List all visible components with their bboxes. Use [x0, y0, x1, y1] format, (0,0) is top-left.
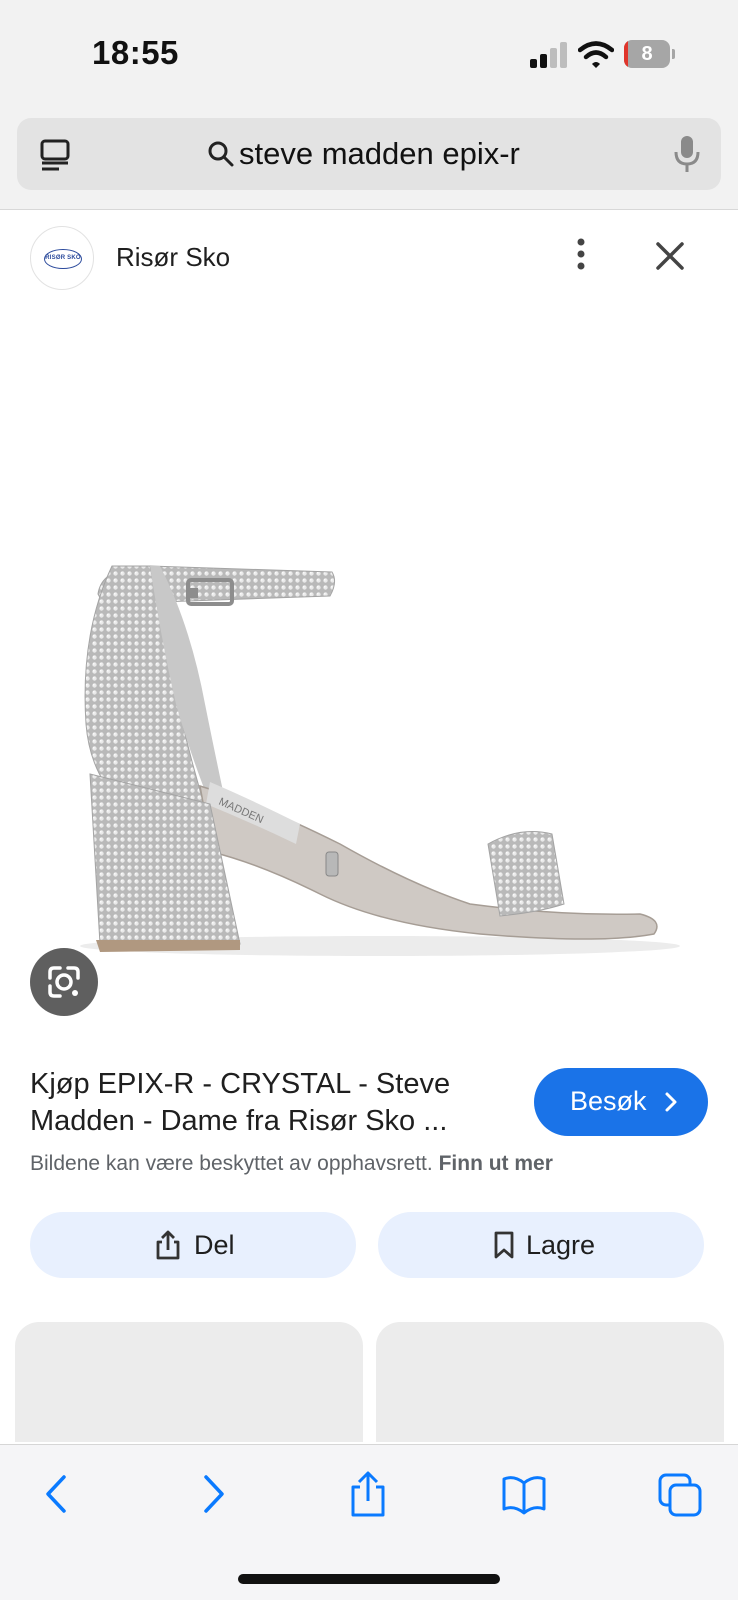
learn-more-link[interactable]: Finn ut mer: [439, 1152, 553, 1175]
back-icon[interactable]: [34, 1471, 78, 1517]
related-image-card[interactable]: [15, 1322, 363, 1442]
copyright-notice: Bildene kan være beskyttet av opphavsret…: [30, 1152, 553, 1176]
wifi-icon: [578, 41, 614, 68]
share-label: Del: [194, 1230, 235, 1260]
source-logo-mark: RISØR SKO: [44, 249, 82, 269]
related-image-card[interactable]: [376, 1322, 724, 1442]
tabs-icon[interactable]: [658, 1471, 702, 1517]
save-label: Lagre: [526, 1230, 596, 1260]
book-icon[interactable]: [502, 1471, 546, 1517]
google-lens-button[interactable]: [30, 948, 98, 1016]
share-icon[interactable]: [346, 1471, 390, 1517]
chevron-right-icon: [665, 1092, 677, 1112]
source-logo[interactable]: RISØR SKO: [30, 226, 94, 290]
sandal-illustration: MADDEN: [80, 565, 680, 956]
source-name[interactable]: Risør Sko: [116, 242, 230, 273]
close-icon[interactable]: [650, 236, 690, 276]
safari-top-chrome: 18:55 8 steve madden epix-r: [0, 0, 738, 210]
battery-icon: 8: [624, 40, 675, 68]
reader-icon[interactable]: [39, 138, 71, 172]
mic-icon[interactable]: [673, 134, 701, 174]
battery-level-text: 8: [641, 43, 653, 65]
share-button[interactable]: Del: [30, 1212, 356, 1278]
cellular-signal-icon: [530, 42, 568, 68]
more-vertical-icon[interactable]: [566, 236, 596, 276]
copyright-text: Bildene kan være beskyttet av opphavsret…: [30, 1152, 433, 1175]
address-bar[interactable]: steve madden epix-r: [17, 118, 721, 190]
status-time: 18:55: [92, 34, 179, 71]
share-icon: [156, 1230, 180, 1260]
image-source-header: RISØR SKO Risør Sko: [0, 212, 738, 304]
forward-icon[interactable]: [192, 1471, 236, 1517]
google-lens-icon: [48, 966, 80, 998]
bookmark-icon: [494, 1231, 514, 1259]
visit-button[interactable]: Besøk: [534, 1068, 708, 1136]
save-button[interactable]: Lagre: [378, 1212, 704, 1278]
search-query[interactable]: steve madden epix-r: [239, 136, 520, 172]
product-image[interactable]: MADDEN: [0, 304, 738, 1024]
home-indicator: [238, 1574, 500, 1584]
visit-button-label: Besøk: [570, 1086, 647, 1116]
search-icon: [208, 141, 234, 167]
product-title[interactable]: Kjøp EPIX-R - CRYSTAL - Steve Madden - D…: [30, 1066, 500, 1140]
